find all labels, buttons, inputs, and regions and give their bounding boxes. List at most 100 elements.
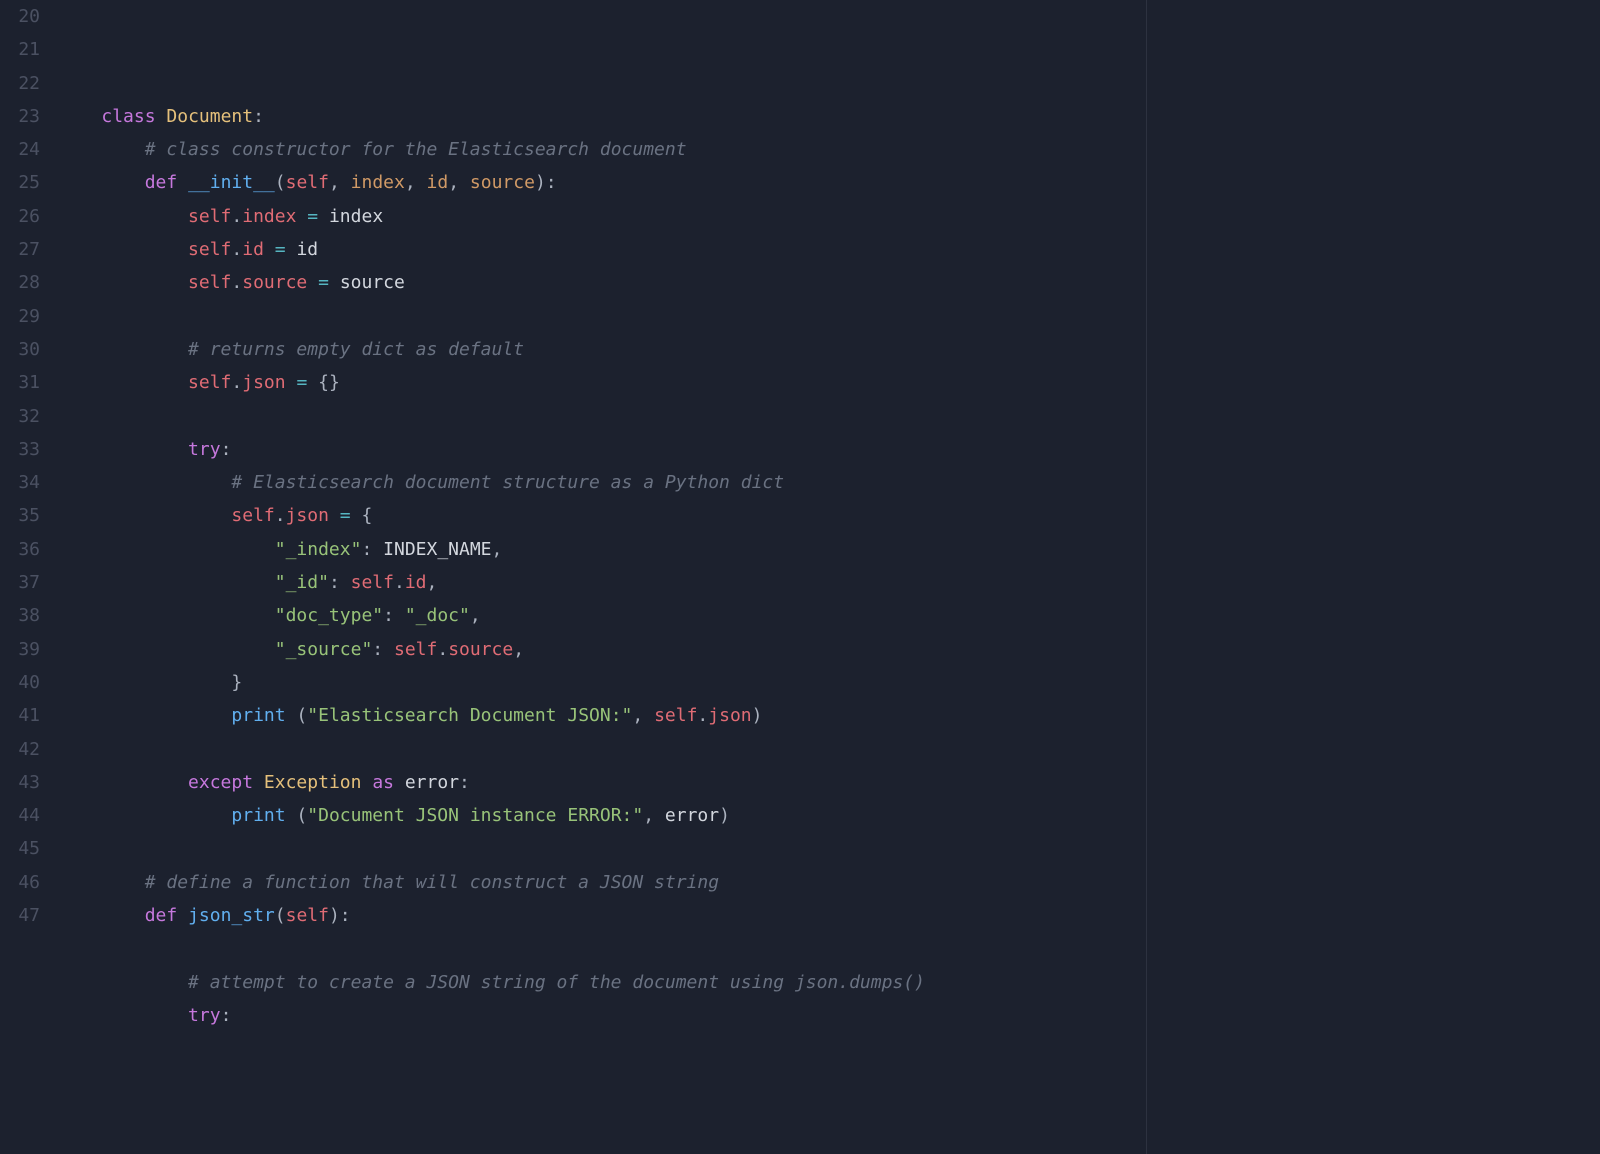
token-p: . — [231, 239, 242, 260]
token-p: , — [492, 539, 503, 560]
code-line[interactable]: self.index = index — [58, 200, 1600, 233]
code-line[interactable] — [58, 832, 1600, 865]
code-line[interactable]: "doc_type": "_doc", — [58, 599, 1600, 632]
code-line[interactable]: "_index": INDEX_NAME, — [58, 533, 1600, 566]
line-number: 28 — [0, 266, 40, 299]
token-kw: try — [188, 1005, 221, 1026]
code-editor[interactable]: 2021222324252627282930313233343536373839… — [0, 0, 1600, 1154]
token-id: index — [329, 206, 383, 227]
code-line[interactable]: self.id = id — [58, 233, 1600, 266]
token-p: : — [459, 772, 470, 793]
token-self: self — [188, 372, 231, 393]
token-p: : — [329, 572, 340, 593]
token-p: . — [231, 272, 242, 293]
code-line[interactable]: self.source = source — [58, 266, 1600, 299]
token-p: , — [643, 805, 654, 826]
code-line[interactable]: # Elasticsearch document structure as a … — [58, 466, 1600, 499]
line-number: 43 — [0, 766, 40, 799]
token-p: : — [221, 1005, 232, 1026]
code-line[interactable] — [58, 733, 1600, 766]
code-line[interactable]: def __init__(self, index, id, source): — [58, 166, 1600, 199]
token-p: : — [361, 539, 372, 560]
line-number-gutter: 2021222324252627282930313233343536373839… — [0, 0, 58, 1154]
code-line[interactable] — [58, 400, 1600, 433]
line-number: 36 — [0, 533, 40, 566]
token-kw: def — [145, 905, 178, 926]
token-op: = — [275, 239, 286, 260]
line-number: 29 — [0, 300, 40, 333]
code-line[interactable]: # returns empty dict as default — [58, 333, 1600, 366]
token-self: self — [188, 239, 231, 260]
token-p: { — [361, 505, 372, 526]
token-param: source — [470, 172, 535, 193]
token-cm: # returns empty dict as default — [188, 339, 524, 360]
token-id: id — [296, 239, 318, 260]
token-p: ( — [275, 172, 286, 193]
code-line[interactable]: try: — [58, 433, 1600, 466]
line-number: 25 — [0, 166, 40, 199]
token-attr: id — [405, 572, 427, 593]
token-cls: Exception — [264, 772, 362, 793]
code-line[interactable]: } — [58, 666, 1600, 699]
token-attr: json — [286, 505, 329, 526]
line-number: 21 — [0, 33, 40, 66]
token-str: "Elasticsearch Document JSON:" — [307, 705, 632, 726]
code-line[interactable]: "_source": self.source, — [58, 633, 1600, 666]
code-line[interactable] — [58, 932, 1600, 965]
code-line[interactable]: # attempt to create a JSON string of the… — [58, 966, 1600, 999]
token-self: self — [188, 272, 231, 293]
token-self: self — [188, 206, 231, 227]
line-number: 47 — [0, 899, 40, 932]
token-op: = — [307, 206, 318, 227]
column-ruler — [1146, 0, 1147, 1154]
token-fn: print — [231, 805, 285, 826]
token-str: "_index" — [275, 539, 362, 560]
code-line[interactable]: class Document: — [58, 100, 1600, 133]
code-line[interactable] — [58, 300, 1600, 333]
token-kw: try — [188, 439, 221, 460]
code-line[interactable]: self.json = { — [58, 499, 1600, 532]
token-str: "Document JSON instance ERROR:" — [307, 805, 643, 826]
token-op: = — [340, 505, 351, 526]
token-p: } — [231, 672, 242, 693]
code-area[interactable]: class Document: # class constructor for … — [58, 0, 1600, 1154]
token-fn: __init__ — [188, 172, 275, 193]
code-line[interactable]: # define a function that will construct … — [58, 866, 1600, 899]
token-cls: Document — [166, 106, 253, 127]
token-p: : — [383, 605, 394, 626]
token-p: . — [394, 572, 405, 593]
token-p: . — [437, 639, 448, 660]
line-number: 26 — [0, 200, 40, 233]
token-attr: source — [242, 272, 307, 293]
line-number: 20 — [0, 0, 40, 33]
code-line[interactable]: print ("Elasticsearch Document JSON:", s… — [58, 699, 1600, 732]
token-p: , — [405, 172, 416, 193]
token-fn: print — [231, 705, 285, 726]
token-p: , — [329, 172, 340, 193]
token-p: , — [427, 572, 438, 593]
token-id: source — [340, 272, 405, 293]
token-param: index — [351, 172, 405, 193]
token-cm: # attempt to create a JSON string of the… — [188, 972, 925, 993]
token-op: = — [296, 372, 307, 393]
token-kw: except — [188, 772, 253, 793]
token-p: ( — [296, 705, 307, 726]
line-number: 42 — [0, 733, 40, 766]
token-p: . — [275, 505, 286, 526]
code-line[interactable]: except Exception as error: — [58, 766, 1600, 799]
token-fn: json_str — [188, 905, 275, 926]
code-line[interactable]: def json_str(self): — [58, 899, 1600, 932]
code-line[interactable]: "_id": self.id, — [58, 566, 1600, 599]
line-number: 34 — [0, 466, 40, 499]
code-line[interactable]: self.json = {} — [58, 366, 1600, 399]
token-str: "_id" — [275, 572, 329, 593]
code-line[interactable]: # class constructor for the Elasticsearc… — [58, 133, 1600, 166]
token-id: error — [665, 805, 719, 826]
token-attr: json — [708, 705, 751, 726]
token-p: ) — [719, 805, 730, 826]
line-number: 31 — [0, 366, 40, 399]
line-number: 39 — [0, 633, 40, 666]
code-line[interactable]: print ("Document JSON instance ERROR:", … — [58, 799, 1600, 832]
code-line[interactable]: try: — [58, 999, 1600, 1032]
token-p: , — [513, 639, 524, 660]
